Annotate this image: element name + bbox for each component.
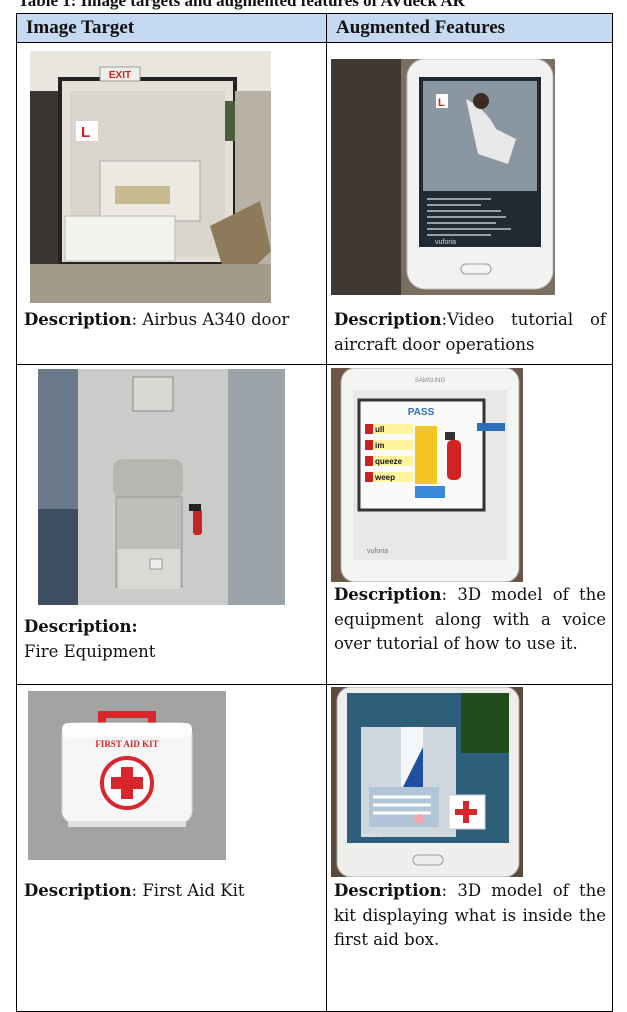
- row1-target-text: : Airbus A340 door: [131, 310, 290, 329]
- phone-brand-text: SAMSUNG: [415, 378, 446, 384]
- row3-feature-cell: vuforia Description: 3D model of the kit…: [326, 684, 613, 1012]
- description-label: Description: [24, 617, 132, 636]
- vuforia-watermark: vuforia: [367, 548, 388, 555]
- aircraft-door-photo: EXIT L: [30, 51, 271, 303]
- row2-target-description: Description: Fire Equipment: [24, 617, 156, 661]
- row2-target-cell: Description: Fire Equipment: [16, 364, 327, 685]
- header-augmented-features: Augmented Features: [326, 13, 613, 43]
- row3-target-description: Description: First Aid Kit: [24, 879, 317, 904]
- vuforia-watermark: vuforia: [361, 832, 382, 839]
- row3-target-text: : First Aid Kit: [131, 881, 245, 900]
- row1-feature-cell: L vuforia Description:Video tutorial of …: [326, 42, 613, 365]
- kit-tutorial-phone-photo: vuforia: [331, 687, 523, 877]
- first-aid-kit-image: FIRST AID KIT: [28, 691, 226, 860]
- table-caption: Table 1: Image targets and augmented fea…: [18, 0, 465, 10]
- exit-sign-text: EXIT: [109, 70, 131, 81]
- pass-step-4: weep: [374, 473, 395, 482]
- row1-feature-description: Description:Video tutorial of aircraft d…: [334, 308, 606, 357]
- door-l-sticker: L: [81, 124, 90, 141]
- fire-tutorial-phone-photo: SAMSUNG PASS ull im queeze weep vuforia: [331, 368, 523, 582]
- first-aid-kit-label: FIRST AID KIT: [95, 739, 158, 749]
- fire-equipment-photo: [38, 369, 285, 605]
- row2-target-text: Fire Equipment: [24, 641, 156, 661]
- row1-target-cell: EXIT L Description: Airbus A340 door: [16, 42, 327, 365]
- description-label: Description: [24, 881, 132, 900]
- description-label: Description: [334, 585, 442, 604]
- row2-feature-description: Description: 3D model of the equipment a…: [334, 583, 606, 657]
- door-tutorial-phone-photo: L vuforia: [331, 59, 555, 295]
- screen-l-sticker: L: [438, 97, 445, 109]
- row1-target-description: Description: Airbus A340 door: [24, 308, 317, 333]
- pass-step-1: ull: [375, 425, 384, 434]
- description-label: Description: [334, 881, 442, 900]
- header-image-target: Image Target: [16, 13, 327, 43]
- description-label: Description: [24, 310, 132, 329]
- pass-title: PASS: [408, 407, 435, 418]
- pass-step-2: im: [375, 441, 384, 450]
- pass-step-3: queeze: [375, 457, 403, 466]
- row3-feature-description: Description: 3D model of the kit display…: [334, 879, 606, 953]
- ar-features-table: Image Target Augmented Features EXIT L D…: [16, 13, 613, 1012]
- row3-target-cell: FIRST AID KIT Description: First Aid Kit: [16, 684, 327, 1012]
- vuforia-watermark: vuforia: [435, 239, 456, 246]
- description-label: Description: [334, 310, 442, 329]
- row2-feature-cell: SAMSUNG PASS ull im queeze weep vuforia …: [326, 364, 613, 685]
